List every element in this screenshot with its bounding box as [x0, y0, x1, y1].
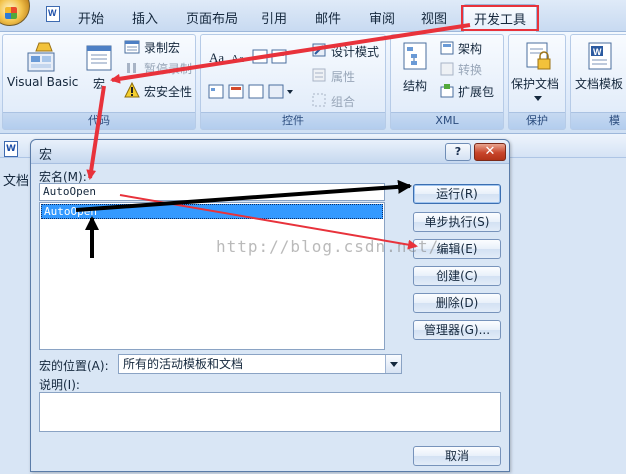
macro-location-label: 宏的位置(A):	[39, 359, 109, 373]
macro-location-select[interactable]: 所有的活动模板和文档	[118, 354, 402, 374]
macro-security-button[interactable]: 宏安全性	[144, 83, 192, 100]
macros-dialog: 宏 ? ✕ 宏名(M): AutoOpen AutoOpen 运行(R) 单步执…	[30, 139, 510, 472]
macro-list[interactable]: AutoOpen	[39, 202, 385, 350]
cancel-button[interactable]: 取消	[413, 446, 501, 466]
group-code: Visual Basic 宏 录制宏 暂停录制 宏安全性 代码	[2, 34, 196, 130]
group-templates: W 文档模板 模	[570, 34, 626, 130]
svg-text:Aa: Aa	[209, 50, 224, 65]
macro-security-warning-icon	[124, 82, 140, 98]
list-item[interactable]: AutoOpen	[41, 204, 383, 219]
help-button[interactable]: ?	[445, 143, 471, 161]
group-controls: Aa Aa 设计模式 属性 组合 控件	[200, 34, 386, 130]
group-controls-label: 控件	[201, 112, 385, 129]
word-document-icon	[4, 141, 18, 157]
document-label: 文档	[3, 174, 30, 189]
office-button[interactable]	[0, 0, 30, 26]
protect-document-icon	[526, 42, 551, 70]
group-icon	[312, 93, 326, 107]
word-document-icon[interactable]	[46, 6, 60, 22]
description-box	[39, 392, 501, 432]
macro-name-input[interactable]: AutoOpen	[39, 183, 385, 201]
structure-button[interactable]: 结构	[403, 77, 427, 94]
schema-button[interactable]: 架构	[458, 40, 482, 57]
group-code-label: 代码	[3, 112, 195, 129]
properties-icon	[312, 68, 326, 82]
organizer-button[interactable]: 管理器(G)...	[413, 320, 501, 340]
group-xml-label: XML	[391, 112, 503, 129]
document-template-icon: W	[588, 42, 612, 70]
transform-icon	[440, 62, 454, 76]
delete-button[interactable]: 删除(D)	[413, 293, 501, 313]
tab-references[interactable]: 引用	[261, 8, 287, 27]
record-macro-button[interactable]: 录制宏	[144, 39, 180, 56]
group-button: 组合	[331, 95, 356, 109]
schema-icon	[440, 41, 454, 55]
expansion-packs-button[interactable]: 扩展包	[458, 83, 494, 100]
tab-view[interactable]: 视图	[421, 8, 447, 27]
pause-recording-button: 暂停录制	[144, 62, 193, 76]
macro-name-value: AutoOpen	[43, 185, 96, 198]
ribbon: Visual Basic 宏 录制宏 暂停录制 宏安全性 代码 Aa Aa 设计…	[0, 32, 626, 134]
visual-basic-button[interactable]: Visual Basic	[7, 75, 78, 89]
close-button[interactable]: ✕	[474, 143, 506, 161]
record-macro-icon	[124, 40, 140, 54]
design-mode-button[interactable]: 设计模式	[331, 43, 379, 60]
group-templates-label: 模	[571, 112, 626, 129]
macro-location-value: 所有的活动模板和文档	[123, 357, 244, 371]
form-controls-icons	[208, 84, 293, 99]
document-template-button[interactable]: 文档模板	[575, 75, 623, 92]
svg-text:Aa: Aa	[231, 53, 244, 65]
structure-icon	[403, 42, 427, 70]
expansion-packs-icon	[440, 84, 454, 98]
description-label: 说明(I):	[39, 378, 80, 392]
macros-icon	[86, 45, 112, 71]
chevron-down-icon[interactable]	[385, 355, 401, 373]
visual-basic-icon	[27, 42, 55, 72]
content-controls-icons: Aa Aa	[209, 49, 287, 65]
pause-recording-icon	[127, 63, 136, 73]
ribbon-tab-bar: 开始 插入 页面布局 引用 邮件 审阅 视图 开发工具	[0, 0, 626, 32]
properties-button: 属性	[331, 70, 356, 84]
group-protect: 保护文档 保护	[508, 34, 566, 130]
office-logo-icon	[5, 7, 17, 19]
transform-button: 转换	[458, 63, 483, 77]
chevron-down-icon	[534, 96, 542, 101]
protect-document-button[interactable]: 保护文档	[511, 75, 559, 92]
group-xml: 结构 架构 转换 扩展包 XML	[390, 34, 504, 130]
tab-review[interactable]: 审阅	[369, 8, 395, 27]
dialog-title-bar[interactable]: 宏 ? ✕	[31, 140, 509, 164]
tab-insert[interactable]: 插入	[132, 8, 158, 27]
group-protect-label: 保护	[509, 112, 565, 129]
run-button[interactable]: 运行(R)	[413, 184, 501, 204]
tab-home[interactable]: 开始	[78, 8, 104, 27]
step-into-button[interactable]: 单步执行(S)	[413, 212, 501, 232]
tab-page-layout[interactable]: 页面布局	[186, 8, 238, 27]
dialog-title: 宏	[39, 148, 53, 163]
design-mode-icon	[312, 43, 326, 57]
tab-mailings[interactable]: 邮件	[315, 8, 341, 27]
svg-text:W: W	[593, 47, 602, 57]
developer-tab-highlight	[461, 5, 539, 31]
create-button[interactable]: 创建(C)	[413, 266, 501, 286]
macros-button[interactable]: 宏	[93, 75, 105, 92]
watermark: http://blog.csdn.net/	[216, 237, 440, 256]
